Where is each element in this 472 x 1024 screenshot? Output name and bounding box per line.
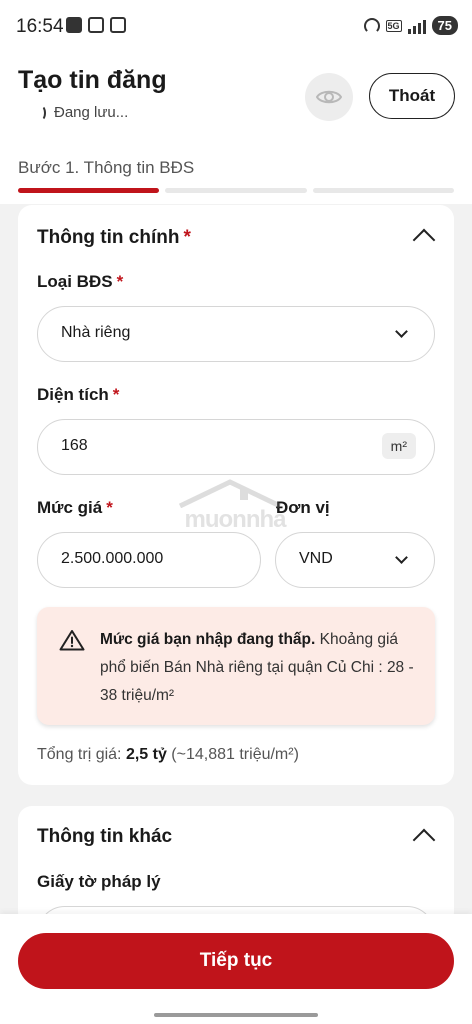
eye-icon	[316, 90, 342, 104]
other-info-title: Thông tin khác	[37, 826, 173, 847]
property-type-value: Nhà riêng	[61, 324, 131, 341]
main-info-card: Thông tin chính * Loại BĐS * Nhà riêng Diệ…	[18, 205, 454, 785]
main-info-title: Thông tin chính *	[37, 227, 191, 248]
area-label: Diện tích *	[37, 385, 120, 404]
status-time: 16:54	[16, 16, 64, 37]
home-indicator[interactable]	[154, 1013, 318, 1017]
progress-step-1	[18, 188, 160, 193]
property-type-label: Loại BĐS *	[37, 272, 124, 291]
price-warning: Mức giá bạn nhập đang thấp. Khoảng giá p…	[37, 607, 435, 725]
spinner-icon	[36, 104, 46, 121]
area-value: 168	[61, 437, 88, 454]
area-unit-badge: m²	[381, 433, 416, 459]
screenshot-icon	[110, 17, 126, 33]
chevron-down-icon	[395, 551, 408, 564]
chevron-down-icon	[395, 325, 408, 338]
price-label: Mức giá *	[37, 498, 113, 517]
preview-button[interactable]	[305, 73, 353, 121]
page-title: Tạo tin đăng	[18, 66, 167, 94]
continue-button[interactable]: Tiếp tục	[18, 933, 454, 989]
unit-value: VND	[299, 550, 333, 567]
price-input[interactable]: 2.500.000.000	[37, 532, 261, 588]
unit-select[interactable]: VND	[275, 532, 435, 588]
legal-docs-label: Giấy tờ pháp lý	[37, 872, 161, 891]
app-notification-icon	[66, 17, 82, 33]
price-value: 2.500.000.000	[61, 550, 164, 567]
property-type-select[interactable]: Nhà riêng	[37, 306, 435, 362]
collapse-main-info-icon[interactable]	[412, 228, 436, 252]
header: Tạo tin đăng Đang lưu... Thoát Bước 1. T…	[0, 54, 472, 204]
bottom-bar: Tiếp tục	[0, 914, 472, 1024]
step-label: Bước 1. Thông tin BĐS	[18, 158, 195, 177]
total-value: Tổng trị giá: 2,5 tỷ (~14,881 triệu/m²)	[37, 746, 299, 763]
status-bar: 16:54 5G 75	[0, 0, 472, 54]
status-right: 5G 75	[363, 16, 458, 35]
warning-icon	[59, 630, 85, 651]
warning-text: Mức giá bạn nhập đang thấp. Khoảng giá p…	[100, 631, 414, 704]
saving-text: Đang lưu...	[54, 104, 129, 121]
step-progress	[18, 188, 454, 193]
progress-step-2	[165, 188, 307, 193]
notification-icons	[66, 17, 126, 33]
network-type-icon: 5G	[385, 19, 402, 32]
signal-icon	[407, 18, 426, 34]
battery-icon: 75	[431, 16, 458, 35]
other-info-card: Thông tin khác Giấy tờ pháp lý	[18, 806, 454, 962]
progress-step-3	[312, 188, 454, 193]
unit-label: Đơn vị	[276, 498, 330, 517]
collapse-other-info-icon[interactable]	[412, 828, 436, 852]
hotspot-icon	[363, 17, 380, 34]
required-mark: *	[183, 227, 191, 248]
exit-button[interactable]: Thoát	[369, 73, 455, 119]
area-input[interactable]: 168 m²	[37, 419, 435, 475]
saving-status: Đang lưu...	[36, 104, 128, 121]
media-notification-icon	[88, 17, 104, 33]
